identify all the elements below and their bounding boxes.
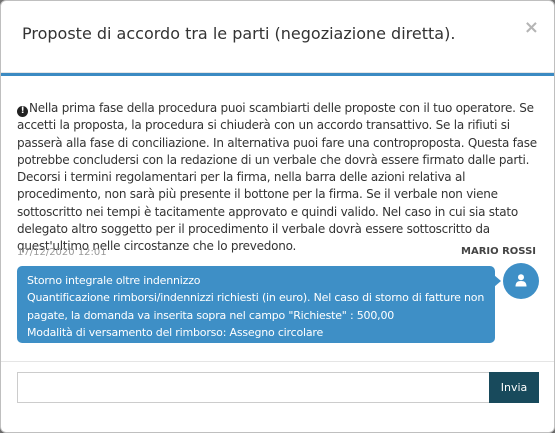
message-line: pagate, la domanda va inserita sopra nel… <box>27 308 395 322</box>
accent-divider <box>1 73 554 76</box>
close-button[interactable]: × <box>524 19 539 37</box>
exclamation-circle-icon: ! <box>17 106 28 117</box>
modal-title: Proposte di accordo tra le parti (negozi… <box>22 24 456 43</box>
message-bubble: Storno integrale oltre indennizzo Quanti… <box>17 266 495 343</box>
message-date: 17/12/2020 12:01 <box>17 247 107 258</box>
bubble-arrow <box>494 275 501 287</box>
message-author: MARIO ROSSI <box>461 246 536 257</box>
message-line: Modalità di versamento del rimborso: Ass… <box>27 325 324 339</box>
modal-header: Proposte di accordo tra le parti (negozi… <box>1 1 554 73</box>
message-line: Quantificazione rimborsi/indennizzi rich… <box>27 291 485 305</box>
footer-divider <box>1 361 554 362</box>
avatar <box>503 263 539 299</box>
proposals-modal: Proposte di accordo tra le parti (negozi… <box>0 0 555 433</box>
user-icon <box>515 274 527 287</box>
intro-text: ! Nella prima fase della procedura puoi s… <box>17 100 539 256</box>
message-input[interactable] <box>17 372 490 403</box>
send-button[interactable]: Invia <box>489 372 539 403</box>
intro-paragraph: Nella prima fase della procedura puoi sc… <box>17 101 537 254</box>
message-line: Storno integrale oltre indennizzo <box>27 274 201 287</box>
